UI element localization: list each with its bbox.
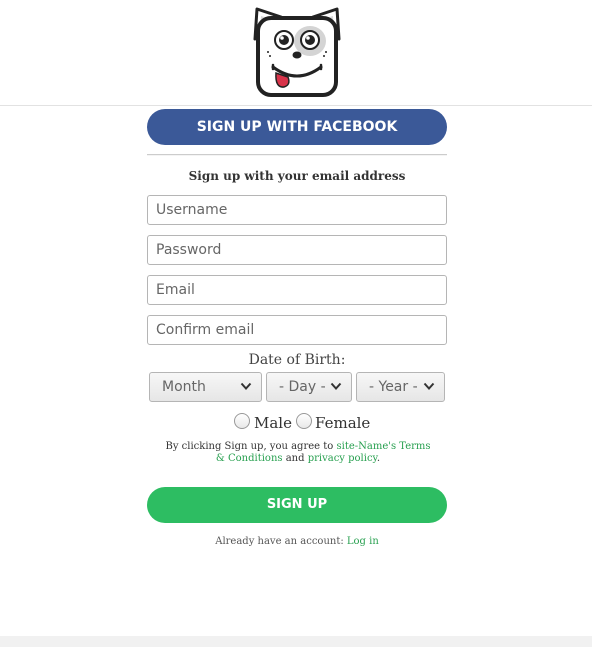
terms-suffix: . xyxy=(376,453,381,464)
username-input[interactable] xyxy=(147,195,447,225)
year-select-value: - Year - xyxy=(369,379,418,395)
chevron-down-icon xyxy=(423,382,435,390)
terms-notice: By clicking Sign up, you agree to site-N… xyxy=(147,441,447,465)
password-input[interactable] xyxy=(147,235,447,265)
male-radio[interactable] xyxy=(234,413,250,429)
site-header xyxy=(0,0,592,106)
terms-prefix: By clicking Sign up, you agree to xyxy=(165,441,337,452)
facebook-signup-button[interactable]: SIGN UP WITH FACEBOOK xyxy=(147,109,447,145)
signup-button[interactable]: SIGN UP xyxy=(147,487,447,523)
day-select-value: - Day - xyxy=(279,379,326,395)
login-prompt: Already have an account: Log in xyxy=(147,536,447,547)
email-signup-heading: Sign up with your email address xyxy=(188,169,406,183)
female-radio[interactable] xyxy=(296,413,312,429)
female-label[interactable]: Female xyxy=(315,414,370,432)
divider xyxy=(147,154,447,156)
dog-face-icon[interactable] xyxy=(251,5,343,99)
privacy-policy-link[interactable]: privacy policy xyxy=(308,453,377,464)
login-prompt-text: Already have an account: xyxy=(215,536,347,547)
month-select-value: Month xyxy=(162,379,206,395)
chevron-down-icon xyxy=(330,382,342,390)
email-input[interactable] xyxy=(147,275,447,305)
month-select[interactable]: Month xyxy=(149,372,262,402)
male-label[interactable]: Male xyxy=(254,414,292,432)
site-footer xyxy=(0,636,592,647)
signup-form: SIGN UP WITH FACEBOOK Sign up with your … xyxy=(147,109,447,547)
date-of-birth-label: Date of Birth: xyxy=(248,352,346,368)
date-of-birth-selects: Month - Day - - Year - xyxy=(147,372,447,404)
terms-and: and xyxy=(282,453,308,464)
chevron-down-icon xyxy=(240,382,252,390)
year-select[interactable]: - Year - xyxy=(356,372,445,402)
login-link[interactable]: Log in xyxy=(347,536,379,547)
confirm-email-input[interactable] xyxy=(147,315,447,345)
gender-options: Male Female xyxy=(147,413,447,435)
day-select[interactable]: - Day - xyxy=(266,372,352,402)
